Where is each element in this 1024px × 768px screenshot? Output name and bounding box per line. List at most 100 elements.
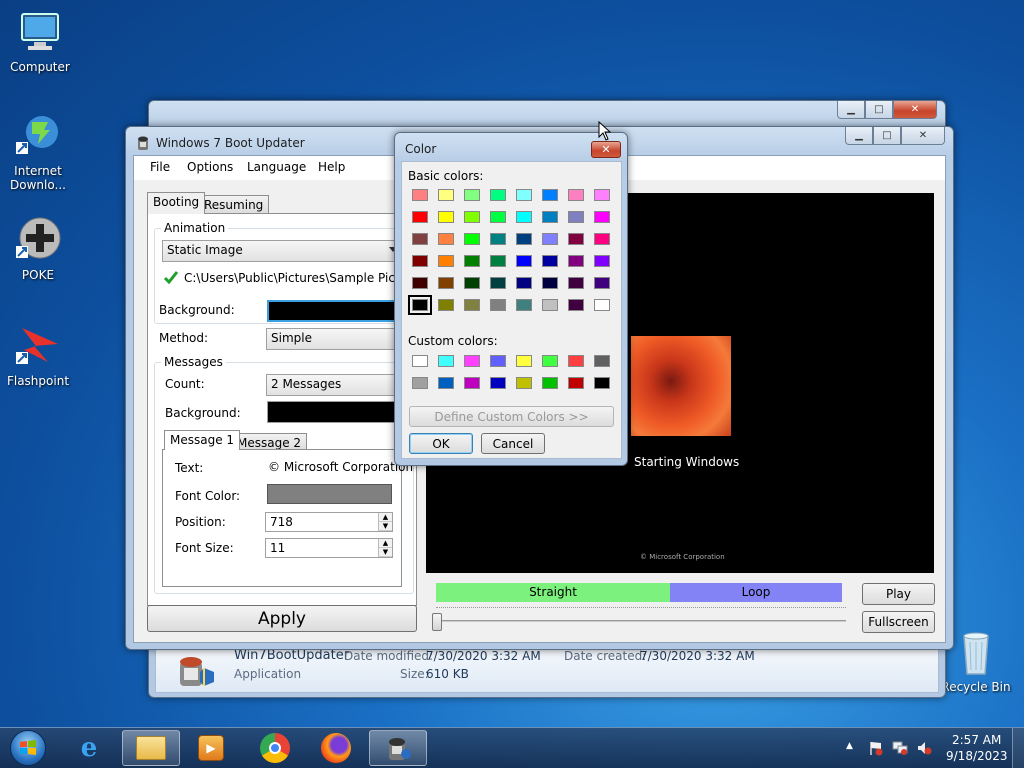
desktop-icon-poke[interactable]: POKE: [0, 216, 76, 282]
taskbar-boot-updater[interactable]: [369, 730, 427, 766]
taskbar-firefox[interactable]: [307, 730, 365, 766]
color-swatch[interactable]: [464, 233, 480, 245]
font-color-button[interactable]: [267, 484, 392, 504]
color-swatch[interactable]: [490, 377, 506, 389]
color-swatch[interactable]: [594, 233, 610, 245]
color-swatch[interactable]: [464, 211, 480, 223]
spin-down-icon[interactable]: ▼: [379, 522, 392, 531]
color-swatch[interactable]: [464, 299, 480, 311]
color-swatch[interactable]: [438, 277, 454, 289]
color-swatch[interactable]: [516, 277, 532, 289]
minimize-button[interactable]: ▁: [845, 127, 873, 145]
color-swatch[interactable]: [568, 211, 584, 223]
count-dropdown[interactable]: 2 Messages: [266, 374, 401, 396]
color-swatch[interactable]: [594, 299, 610, 311]
menu-help[interactable]: Help: [318, 160, 345, 174]
color-swatch[interactable]: [412, 255, 428, 267]
ok-button[interactable]: OK: [409, 433, 473, 454]
color-dialog[interactable]: Color ✕ Basic colors: Custom colors: Def…: [394, 132, 628, 466]
action-center-flag-icon[interactable]: [868, 740, 884, 756]
color-swatch[interactable]: [490, 299, 506, 311]
color-swatch[interactable]: [594, 211, 610, 223]
timeline-slider-handle[interactable]: [432, 613, 442, 631]
desktop-icon-internet-download-manager[interactable]: Internet Downlo...: [0, 112, 76, 192]
method-dropdown[interactable]: Simple: [266, 328, 401, 350]
color-swatch[interactable]: [438, 189, 454, 201]
spin-up-icon[interactable]: ▲: [379, 539, 392, 548]
fullscreen-button[interactable]: Fullscreen: [862, 611, 935, 633]
menu-options[interactable]: Options: [187, 160, 233, 174]
color-swatch[interactable]: [594, 189, 610, 201]
apply-button[interactable]: Apply: [147, 605, 417, 632]
color-swatch[interactable]: [568, 299, 584, 311]
color-swatch[interactable]: [516, 233, 532, 245]
color-swatch[interactable]: [542, 211, 558, 223]
position-spinner[interactable]: 718 ▲ ▼: [265, 512, 393, 532]
network-icon[interactable]: [892, 740, 908, 756]
color-swatch[interactable]: [542, 233, 558, 245]
color-swatch[interactable]: [568, 355, 584, 367]
color-swatch[interactable]: [568, 377, 584, 389]
tab-message-2[interactable]: Message 2: [231, 433, 308, 450]
font-size-spinner[interactable]: 11 ▲ ▼: [265, 538, 393, 558]
close-button[interactable]: ✕: [901, 127, 945, 145]
color-swatch[interactable]: [542, 355, 558, 367]
play-button[interactable]: Play: [862, 583, 935, 605]
color-swatch[interactable]: [438, 355, 454, 367]
color-swatch[interactable]: [412, 189, 428, 201]
color-dialog-close-button[interactable]: ✕: [591, 141, 621, 158]
color-swatch[interactable]: [412, 211, 428, 223]
color-swatch[interactable]: [438, 233, 454, 245]
show-desktop-button[interactable]: [1012, 728, 1024, 768]
spin-down-icon[interactable]: ▼: [379, 548, 392, 557]
color-swatch[interactable]: [464, 277, 480, 289]
color-swatch[interactable]: [412, 233, 428, 245]
define-custom-colors-button[interactable]: Define Custom Colors >>: [409, 406, 614, 427]
cancel-button[interactable]: Cancel: [481, 433, 545, 454]
color-swatch[interactable]: [516, 211, 532, 223]
color-swatch[interactable]: [490, 355, 506, 367]
tab-message-1[interactable]: Message 1: [164, 430, 241, 450]
color-swatch[interactable]: [542, 189, 558, 201]
taskbar-internet-explorer[interactable]: e: [60, 730, 118, 766]
start-button[interactable]: [4, 728, 52, 768]
animation-dropdown[interactable]: Static Image: [162, 240, 402, 262]
color-swatch[interactable]: [408, 295, 432, 315]
taskbar-media-player[interactable]: ▶: [182, 730, 240, 766]
timeline-straight-segment[interactable]: Straight: [436, 583, 670, 602]
color-swatch[interactable]: [542, 377, 558, 389]
color-swatch[interactable]: [594, 355, 610, 367]
color-swatch[interactable]: [412, 355, 428, 367]
color-swatch[interactable]: [516, 255, 532, 267]
color-swatch[interactable]: [594, 277, 610, 289]
message-text-value[interactable]: © Microsoft Corporation: [268, 460, 413, 474]
tab-resuming[interactable]: Resuming: [198, 195, 270, 214]
color-swatch[interactable]: [542, 277, 558, 289]
color-swatch[interactable]: [464, 377, 480, 389]
color-swatch[interactable]: [464, 355, 480, 367]
color-swatch[interactable]: [542, 255, 558, 267]
color-swatch[interactable]: [490, 255, 506, 267]
spin-up-icon[interactable]: ▲: [379, 513, 392, 522]
close-button[interactable]: ✕: [893, 101, 937, 119]
color-swatch[interactable]: [490, 233, 506, 245]
color-swatch[interactable]: [490, 189, 506, 201]
menu-file[interactable]: File: [150, 160, 170, 174]
messages-background-color-button[interactable]: [267, 401, 402, 423]
color-swatch[interactable]: [516, 189, 532, 201]
color-swatch[interactable]: [568, 189, 584, 201]
color-swatch[interactable]: [464, 189, 480, 201]
color-swatch[interactable]: [594, 377, 610, 389]
maximize-button[interactable]: □: [873, 127, 901, 145]
color-swatch[interactable]: [516, 355, 532, 367]
color-swatch[interactable]: [568, 233, 584, 245]
color-swatch[interactable]: [464, 255, 480, 267]
color-swatch[interactable]: [438, 299, 454, 311]
color-swatch[interactable]: [542, 299, 558, 311]
minimize-button[interactable]: ▁: [837, 101, 865, 119]
color-swatch[interactable]: [568, 277, 584, 289]
color-swatch[interactable]: [438, 255, 454, 267]
background-color-button[interactable]: [267, 300, 397, 322]
color-swatch[interactable]: [438, 211, 454, 223]
clock-time[interactable]: 2:57 AM: [952, 733, 1001, 747]
